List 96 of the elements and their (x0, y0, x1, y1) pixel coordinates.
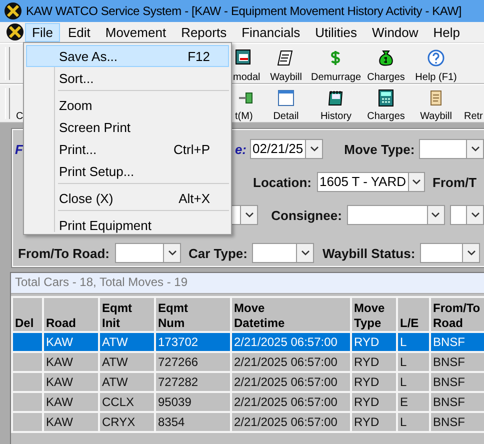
table-cell: KAW (43, 332, 99, 352)
toolbar-button[interactable]: Demurrage (311, 44, 361, 83)
notebook-icon (327, 89, 345, 107)
menu-item[interactable]: Window (365, 22, 426, 42)
chevron-down-icon (244, 212, 254, 218)
menu-item[interactable]: Close (X) Alt+X (26, 187, 229, 209)
table-cell: 2/21/2025 06:57:00 (231, 352, 351, 372)
toolbar-button[interactable]: Charges (361, 85, 411, 122)
table-cell: 727266 (155, 352, 231, 372)
dropdown-field[interactable] (115, 243, 182, 263)
table-cell: RYD (351, 332, 397, 352)
table-cell: 2/21/2025 06:57:00 (231, 392, 351, 412)
table-cell: RYD (351, 412, 397, 432)
toolbar-button[interactable]: History (311, 85, 361, 122)
toolbar-button[interactable]: Help (F1) (411, 44, 461, 83)
field-label: Car Type: (188, 246, 248, 260)
dropdown-field[interactable] (420, 243, 480, 263)
menu-item[interactable]: File (25, 22, 60, 42)
window-title: KAW WATCO Service System - [KAW - Equipment Movement History Activity - KAW] (26, 4, 462, 18)
table-cell: KAW (43, 412, 99, 432)
table-cell: L (397, 372, 430, 392)
field-label: e: (234, 142, 247, 156)
chevron-down-icon (168, 250, 177, 256)
menu-item[interactable]: Print... Ctrl+P (26, 138, 229, 160)
table-cell: L (397, 412, 430, 432)
money-bag-icon (377, 48, 395, 66)
dropdown-field[interactable] (418, 139, 484, 159)
table-cell: KAW (43, 372, 99, 392)
toolbar-button[interactable]: t(M) (235, 85, 261, 122)
dropdown-field[interactable]: 1605 T - YARD (316, 172, 424, 192)
table-cell: KAW (43, 352, 99, 372)
table-cell: CRYX (99, 412, 155, 432)
dropdown-field[interactable] (252, 243, 314, 263)
table-cell: CCLX (99, 392, 155, 412)
field-label: Waybill Status: (322, 246, 416, 260)
window-icon (277, 89, 295, 107)
menu-item[interactable]: Zoom (26, 94, 229, 116)
field-label: From/T (432, 174, 477, 190)
calculator-icon (377, 89, 395, 107)
field-label: Location: (253, 174, 312, 190)
dropdown-field[interactable] (450, 205, 484, 225)
menu-item[interactable]: Screen Print (26, 116, 229, 138)
toolbar-button[interactable]: Waybill (261, 44, 311, 83)
menu-item[interactable]: Save As... F12 (26, 45, 229, 67)
table-cell: 2/21/2025 06:57:00 (231, 372, 351, 392)
table-cell: ATW (99, 372, 155, 392)
paper-icon (277, 48, 295, 66)
table-cell: ATW (99, 332, 155, 352)
menu-item[interactable]: Reports (174, 22, 234, 42)
toolbar-button[interactable]: Detail (261, 85, 311, 122)
panel-title: F (15, 142, 23, 156)
menu-item[interactable]: Utilities (308, 22, 364, 42)
help-icon (427, 48, 445, 66)
menu-item[interactable]: Print Setup... (26, 160, 229, 182)
table-cell: RYD (351, 352, 397, 372)
table-cell: 95039 (155, 392, 231, 412)
menu-item[interactable]: Print Equipment (26, 214, 229, 236)
table-cell: RYD (351, 372, 397, 392)
screen-icon (235, 48, 253, 66)
table-cell: 2/21/2025 06:57:00 (231, 332, 351, 352)
menu-item[interactable]: Financials (234, 22, 308, 42)
chevron-down-icon (431, 212, 440, 218)
field-label: From/To Road: (18, 246, 110, 260)
chevron-down-icon (300, 250, 310, 256)
chevron-down-icon (466, 250, 476, 256)
table-cell: 173702 (155, 332, 231, 352)
table-cell: RYD (351, 392, 397, 412)
menu-item[interactable]: Edit (60, 22, 98, 42)
table-cell: L (397, 332, 430, 352)
chevron-down-icon (310, 146, 319, 152)
menu-item[interactable]: Help (426, 22, 468, 42)
dropdown-field[interactable]: 02/21/25 (250, 139, 324, 159)
menu-item[interactable]: Movement (98, 22, 174, 42)
table-cell: 8354 (155, 412, 231, 432)
table-cell: 2/21/2025 06:57:00 (231, 412, 351, 432)
dropdown-field[interactable] (346, 205, 445, 225)
grid-summary: Total Cars - 18, Total Moves - 19 (11, 273, 484, 294)
table-cell: 727282 (155, 372, 231, 392)
toolbar-button[interactable]: Retr (461, 85, 484, 122)
field-label: Consignee: (271, 208, 342, 222)
table-cell: ATW (99, 352, 155, 372)
crossing-logo-icon (6, 23, 24, 41)
chevron-down-icon (412, 179, 421, 185)
table-cell: BNSF (430, 332, 484, 352)
field-label: Move Type: (344, 142, 415, 156)
toolbar-button[interactable]: Waybill (411, 85, 461, 122)
table-cell: L (397, 352, 430, 372)
toolbar-button[interactable]: Charges (361, 44, 411, 83)
chevron-down-icon (470, 212, 480, 218)
chevron-down-icon (470, 146, 480, 152)
toolbar-button[interactable]: modal (233, 44, 261, 83)
menu-item[interactable]: Sort... (26, 67, 229, 89)
column-header[interactable]: Del (12, 297, 43, 332)
crossing-logo-icon (4, 2, 22, 20)
table-cell: KAW (43, 392, 99, 412)
table-cell: E (397, 392, 430, 412)
